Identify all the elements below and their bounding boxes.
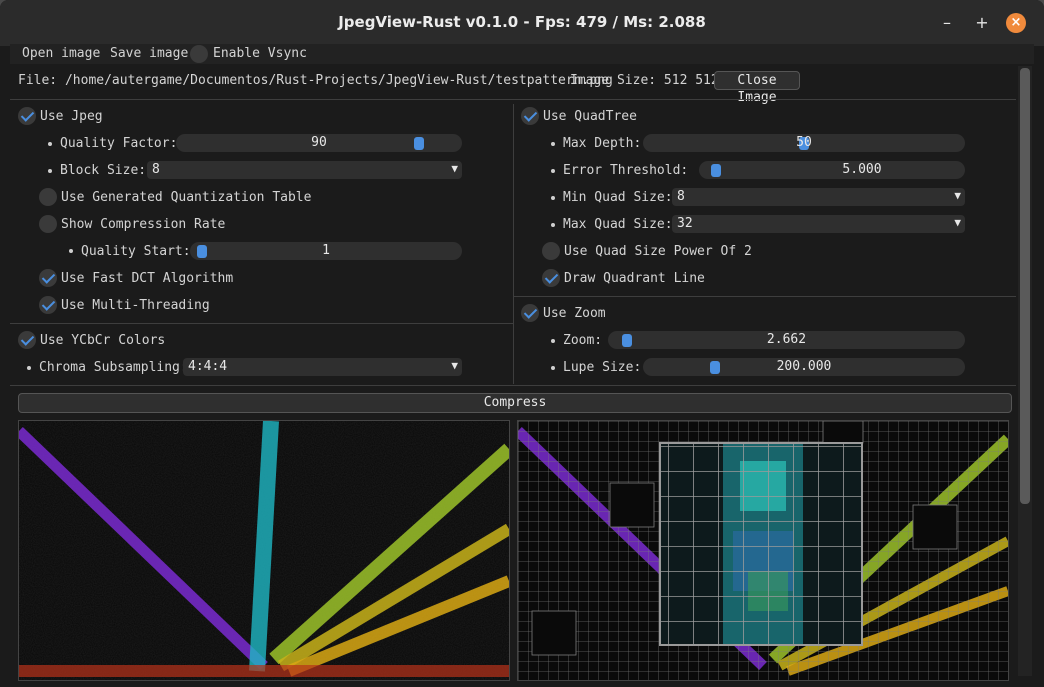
multi-threading-checkbox[interactable]	[39, 296, 57, 314]
block-size-select[interactable]: 8 ▼	[147, 161, 462, 179]
use-quadtree-checkbox[interactable]	[521, 107, 539, 125]
bullet	[551, 339, 555, 343]
fast-dct-label: Use Fast DCT Algorithm	[61, 271, 234, 286]
original-image	[19, 421, 509, 680]
block-size-value: 8	[152, 162, 160, 177]
use-jpeg-label: Use Jpeg	[40, 109, 103, 124]
open-image-menu[interactable]: Open image	[22, 46, 100, 61]
min-quad-size-value: 8	[677, 189, 685, 204]
quality-factor-value: 90	[311, 135, 327, 150]
use-quadtree-label: Use QuadTree	[543, 109, 637, 124]
generated-quant-table-checkbox[interactable]	[39, 188, 57, 206]
bullet	[551, 169, 555, 173]
vertical-scrollbar[interactable]	[1018, 66, 1032, 676]
save-image-menu[interactable]: Save image	[110, 46, 188, 61]
divider	[10, 385, 1016, 386]
show-compression-rate-checkbox[interactable]	[39, 215, 57, 233]
vsync-label: Enable Vsync	[213, 46, 307, 61]
compress-button[interactable]: Compress	[18, 393, 1012, 413]
title-bar[interactable]: JpegView-Rust v0.1.0 - Fps: 479 / Ms: 2.…	[0, 0, 1044, 46]
error-threshold-value: 5.000	[842, 162, 882, 177]
chroma-subsampling-label: Chroma Subsampling:	[39, 360, 188, 375]
quality-start-label: Quality Start:	[81, 244, 191, 259]
close-image-button[interactable]: Close Image	[714, 71, 800, 105]
close-window-button[interactable]: ×	[1006, 13, 1026, 33]
quality-start-slider[interactable]: 1	[190, 242, 462, 260]
divider	[10, 323, 513, 324]
quality-factor-label: Quality Factor:	[60, 136, 178, 151]
bullet	[69, 249, 73, 253]
bullet	[551, 196, 555, 200]
draw-quadrant-line-checkbox[interactable]	[542, 269, 560, 287]
slider-knob[interactable]	[710, 164, 721, 177]
error-threshold-label: Error Threshold:	[563, 163, 689, 178]
menu-bar: Open image Save image Enable Vsync	[10, 44, 1034, 64]
file-path: File: /home/autergame/Documentos/Rust-Pr…	[18, 73, 613, 88]
bullet	[551, 223, 555, 227]
max-quad-size-label: Max Quad Size:	[563, 217, 673, 232]
quality-start-value: 1	[322, 243, 330, 258]
chroma-subsampling-select[interactable]: 4:4:4 ▼	[183, 358, 462, 376]
use-ycbcr-checkbox[interactable]	[18, 331, 36, 349]
bullet	[551, 142, 555, 146]
zoom-slider[interactable]: 2.662	[608, 331, 965, 349]
use-zoom-checkbox[interactable]	[521, 304, 539, 322]
chevron-down-icon: ▼	[954, 216, 961, 229]
chroma-subsampling-value: 4:4:4	[188, 359, 228, 374]
generated-quant-table-label: Use Generated Quantization Table	[61, 190, 312, 205]
bullet	[48, 142, 52, 146]
max-quad-size-value: 32	[677, 216, 693, 231]
use-zoom-label: Use Zoom	[543, 306, 606, 321]
image-size: Image Size: 512 512	[570, 73, 719, 88]
use-jpeg-checkbox[interactable]	[18, 107, 36, 125]
chevron-down-icon: ▼	[451, 359, 458, 372]
fast-dct-checkbox[interactable]	[39, 269, 57, 287]
main-panel: File: /home/autergame/Documentos/Rust-Pr…	[10, 64, 1034, 681]
multi-threading-label: Use Multi-Threading	[61, 298, 210, 313]
draw-quadrant-line-label: Draw Quadrant Line	[564, 271, 705, 286]
min-quad-size-select[interactable]: 8 ▼	[672, 188, 965, 206]
lupe-size-label: Lupe Size:	[563, 360, 642, 375]
bullet	[48, 169, 52, 173]
vsync-toggle[interactable]	[190, 45, 208, 63]
minimize-button[interactable]: –	[937, 13, 957, 33]
scrollbar-thumb[interactable]	[1020, 68, 1030, 504]
zoom-value: 2.662	[766, 332, 807, 347]
max-depth-label: Max Depth:	[563, 136, 642, 151]
min-quad-size-label: Min Quad Size:	[563, 190, 673, 205]
max-depth-slider[interactable]: 50	[643, 134, 965, 152]
chevron-down-icon: ▼	[954, 189, 961, 202]
block-size-label: Block Size:	[60, 163, 147, 178]
chevron-down-icon: ▼	[451, 162, 458, 175]
quad-power-of-2-label: Use Quad Size Power Of 2	[564, 244, 752, 259]
original-image-view[interactable]	[18, 420, 510, 681]
divider	[10, 99, 1016, 100]
divider	[513, 296, 1016, 297]
divider	[513, 104, 514, 384]
quadtree-image-view[interactable]	[517, 420, 1009, 681]
error-threshold-slider[interactable]: 5.000	[699, 161, 965, 179]
lupe-size-value: 200.000	[776, 359, 832, 374]
max-depth-value: 50	[796, 135, 812, 150]
bullet	[27, 366, 31, 370]
close-icon: ×	[1010, 15, 1022, 30]
maximize-button[interactable]: +	[972, 13, 992, 33]
window-title: JpegView-Rust v0.1.0 - Fps: 479 / Ms: 2.…	[338, 13, 706, 31]
quality-factor-slider[interactable]: 90	[176, 134, 462, 152]
quad-power-of-2-checkbox[interactable]	[542, 242, 560, 260]
lupe-size-slider[interactable]: 200.000	[643, 358, 965, 376]
zoom-label: Zoom:	[563, 333, 603, 348]
use-ycbcr-label: Use YCbCr Colors	[40, 333, 166, 348]
bullet	[551, 366, 555, 370]
app-window: JpegView-Rust v0.1.0 - Fps: 479 / Ms: 2.…	[0, 0, 1044, 687]
quadtree-image	[518, 421, 1008, 680]
show-compression-rate-label: Show Compression Rate	[61, 217, 226, 232]
max-quad-size-select[interactable]: 32 ▼	[672, 215, 965, 233]
